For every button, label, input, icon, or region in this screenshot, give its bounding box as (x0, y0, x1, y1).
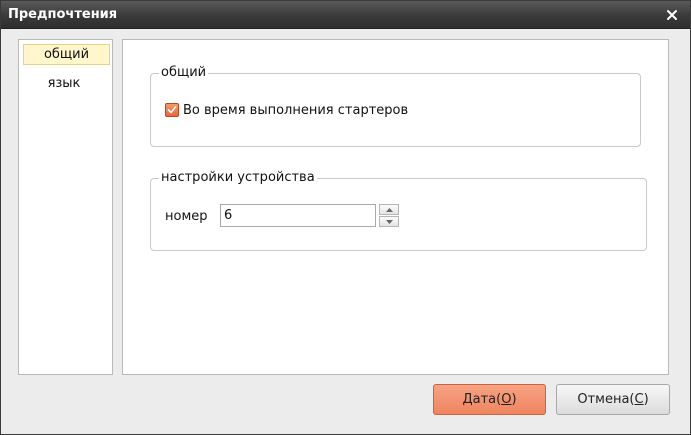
general-group-title: общий (159, 65, 209, 80)
check-icon (167, 106, 177, 114)
stepper-down-button[interactable] (379, 216, 399, 227)
ok-button-accel: O (501, 392, 512, 407)
device-settings-group: настройки устройства номер (150, 170, 647, 251)
number-label: номер (165, 209, 208, 224)
stepper-up-button[interactable] (379, 204, 399, 215)
title-bar: Предпочтения (1, 1, 690, 29)
window-title: Предпочтения (8, 7, 118, 22)
number-stepper (379, 204, 399, 227)
arrow-up-icon (386, 208, 393, 212)
number-input[interactable] (220, 204, 376, 227)
cancel-button-close: ) (643, 392, 649, 407)
sidebar-item-language[interactable]: язык (29, 73, 99, 94)
close-button[interactable] (664, 7, 680, 23)
preferences-window: Предпочтения общий язык общий Во время в… (0, 0, 691, 435)
general-group: общий Во время выполнения стартеров (150, 65, 641, 147)
starters-checkbox[interactable] (165, 103, 179, 117)
cancel-button-text: Отмена( (577, 392, 635, 407)
device-group-title: настройки устройства (159, 170, 317, 185)
cancel-button[interactable]: Отмена(C) (556, 384, 670, 415)
arrow-down-icon (386, 220, 393, 224)
ok-button-close: ) (511, 392, 517, 407)
starters-checkbox-row[interactable]: Во время выполнения стартеров (165, 102, 408, 118)
ok-button[interactable]: Дата(O) (433, 384, 546, 415)
settings-panel: общий Во время выполнения стартеров наст… (122, 39, 669, 375)
cancel-button-accel: C (634, 392, 644, 407)
close-icon (667, 10, 677, 20)
ok-button-text: Дата( (462, 392, 502, 407)
category-sidebar: общий язык (18, 39, 113, 375)
sidebar-item-general[interactable]: общий (23, 44, 110, 65)
starters-checkbox-label: Во время выполнения стартеров (183, 102, 409, 118)
